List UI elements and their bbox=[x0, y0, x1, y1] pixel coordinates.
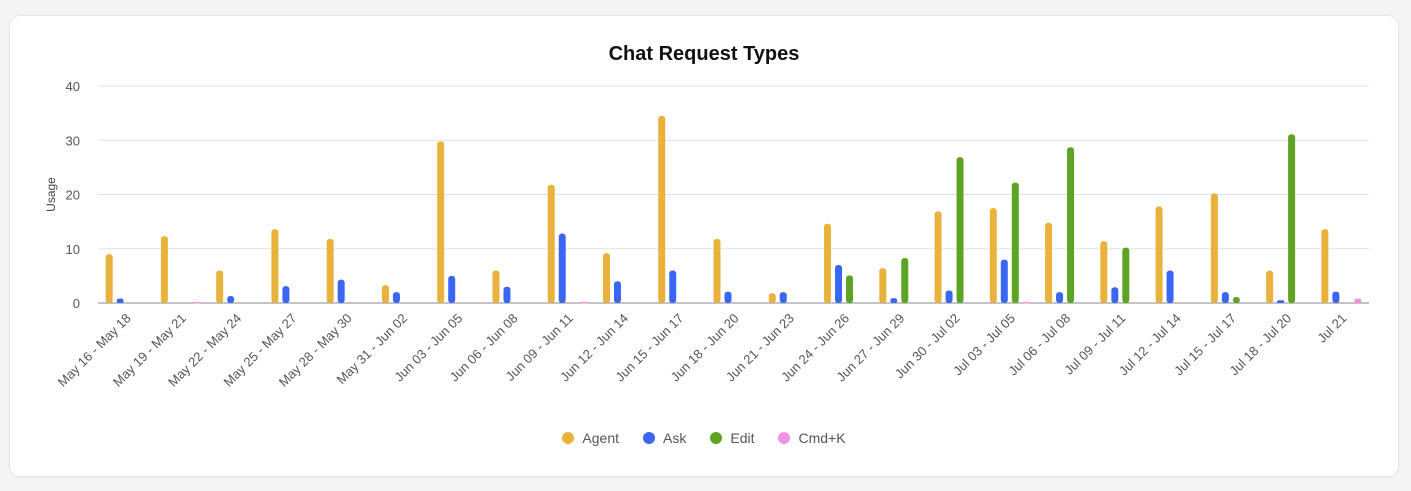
y-tick-label: 30 bbox=[66, 133, 80, 148]
bar-agent bbox=[824, 223, 832, 303]
bar-agent bbox=[547, 184, 555, 303]
bar-ask bbox=[1000, 259, 1008, 303]
bar-agent bbox=[879, 268, 887, 303]
bar-ask bbox=[1277, 300, 1285, 303]
legend-swatch bbox=[778, 432, 791, 444]
bar-ask bbox=[1221, 292, 1229, 303]
bar-ask bbox=[392, 292, 400, 303]
bar-ask bbox=[116, 298, 124, 303]
legend-swatch bbox=[710, 432, 723, 444]
bar-ask bbox=[558, 233, 566, 303]
bar-agent bbox=[216, 270, 224, 303]
bar-chart: 010203040UsageMay 16 - May 18May 19 - Ma… bbox=[44, 79, 1369, 390]
bar-ask bbox=[282, 286, 290, 303]
bar-agent bbox=[381, 285, 389, 303]
bar-ask bbox=[227, 295, 235, 303]
bar-agent bbox=[160, 236, 168, 303]
bar-edit bbox=[846, 275, 854, 303]
bar-ask bbox=[945, 290, 953, 303]
bar-agent bbox=[271, 229, 279, 303]
bar-agent bbox=[1155, 206, 1163, 303]
bar-agent bbox=[492, 270, 500, 303]
y-tick-label: 20 bbox=[66, 188, 80, 203]
bar-ask bbox=[724, 291, 732, 303]
bar-agent bbox=[934, 211, 942, 303]
bar-ask bbox=[503, 286, 511, 303]
bar-agent bbox=[1045, 222, 1053, 303]
y-tick-label: 0 bbox=[73, 296, 80, 311]
legend-label: Agent bbox=[582, 430, 620, 446]
bar-cmd-k bbox=[1354, 298, 1362, 303]
bar-edit bbox=[1288, 134, 1296, 303]
legend-label: Cmd+K bbox=[798, 430, 846, 446]
bar-agent bbox=[326, 238, 334, 303]
bar-ask bbox=[779, 292, 787, 303]
bar-ask bbox=[1056, 292, 1064, 303]
bar-agent bbox=[1321, 229, 1329, 303]
bar-edit bbox=[956, 157, 964, 303]
bar-cmd-k bbox=[1022, 301, 1030, 304]
bar-ask bbox=[1111, 287, 1119, 303]
bar-cmd-k bbox=[580, 301, 588, 304]
bar-edit bbox=[1011, 182, 1019, 303]
bar-agent bbox=[1100, 241, 1108, 303]
y-tick-label: 10 bbox=[66, 242, 80, 257]
bar-agent bbox=[658, 115, 666, 304]
bar-ask bbox=[890, 298, 898, 303]
y-axis-label: Usage bbox=[44, 177, 58, 212]
bar-ask bbox=[448, 275, 456, 303]
chart-card: Chat Request Types 0 10 20 30 40 Usage May 16 … bbox=[10, 16, 1398, 476]
legend-item: Cmd+K bbox=[778, 430, 846, 446]
legend-label: Ask bbox=[663, 430, 687, 446]
legend-label: Edit bbox=[730, 430, 755, 446]
bar-agent bbox=[437, 141, 445, 303]
legend-swatch bbox=[562, 432, 575, 444]
chart-legend: Agent Ask Edit Cmd+K bbox=[10, 430, 1398, 446]
bar-edit bbox=[901, 257, 909, 303]
bar-ask bbox=[613, 281, 621, 303]
bar-agent bbox=[1210, 193, 1218, 303]
bar-edit bbox=[1232, 297, 1240, 303]
bar-agent bbox=[713, 238, 721, 303]
bar-ask bbox=[1332, 291, 1340, 303]
bar-agent bbox=[1266, 270, 1274, 303]
bar-ask bbox=[835, 265, 843, 303]
bar-ask bbox=[337, 279, 345, 303]
bar-ask bbox=[1166, 270, 1174, 303]
legend-item: Ask bbox=[643, 430, 686, 446]
legend-swatch bbox=[643, 432, 656, 444]
bar-agent bbox=[602, 253, 610, 303]
bar-agent bbox=[989, 208, 997, 303]
bar-edit bbox=[1067, 147, 1075, 303]
y-tick-label: 40 bbox=[66, 79, 80, 94]
bar-edit bbox=[1122, 247, 1130, 303]
legend-item: Edit bbox=[710, 430, 754, 446]
x-tick-label: Jul 21 bbox=[1314, 311, 1349, 346]
bar-ask bbox=[669, 270, 677, 303]
bar-cmd-k bbox=[193, 301, 201, 304]
legend-item: Agent bbox=[562, 430, 619, 446]
bar-agent bbox=[105, 254, 113, 303]
bar-agent bbox=[768, 293, 776, 303]
